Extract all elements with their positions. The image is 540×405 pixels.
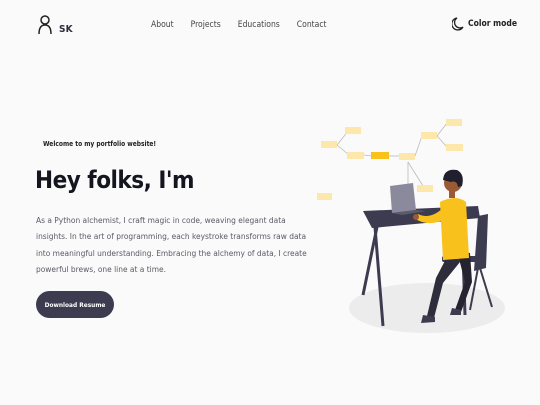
nav-link-contact[interactable]: Contact bbox=[297, 20, 327, 30]
logo-text: SK bbox=[59, 24, 73, 35]
color-mode-toggle[interactable]: Color mode bbox=[452, 17, 517, 31]
nav-link-educations[interactable]: Educations bbox=[238, 20, 280, 30]
download-resume-button[interactable]: Download Resume bbox=[36, 291, 114, 318]
welcome-text: Welcome to my portfolio website! bbox=[43, 140, 157, 148]
logo[interactable]: SK bbox=[38, 14, 73, 35]
moon-icon bbox=[452, 17, 464, 31]
nav-link-projects[interactable]: Projects bbox=[191, 20, 221, 30]
nav-links: About Projects Educations Contact bbox=[151, 20, 344, 30]
nav-link-about[interactable]: About bbox=[151, 20, 174, 30]
hero-title: Hey folks, I'm bbox=[35, 166, 194, 194]
color-mode-label: Color mode bbox=[468, 19, 518, 29]
developer-illustration bbox=[317, 119, 505, 333]
hero-description: As a Python alchemist, I craft magic in … bbox=[36, 215, 307, 274]
user-icon bbox=[38, 14, 52, 34]
top-nav: SK About Projects Educations Contact Col… bbox=[0, 0, 540, 54]
